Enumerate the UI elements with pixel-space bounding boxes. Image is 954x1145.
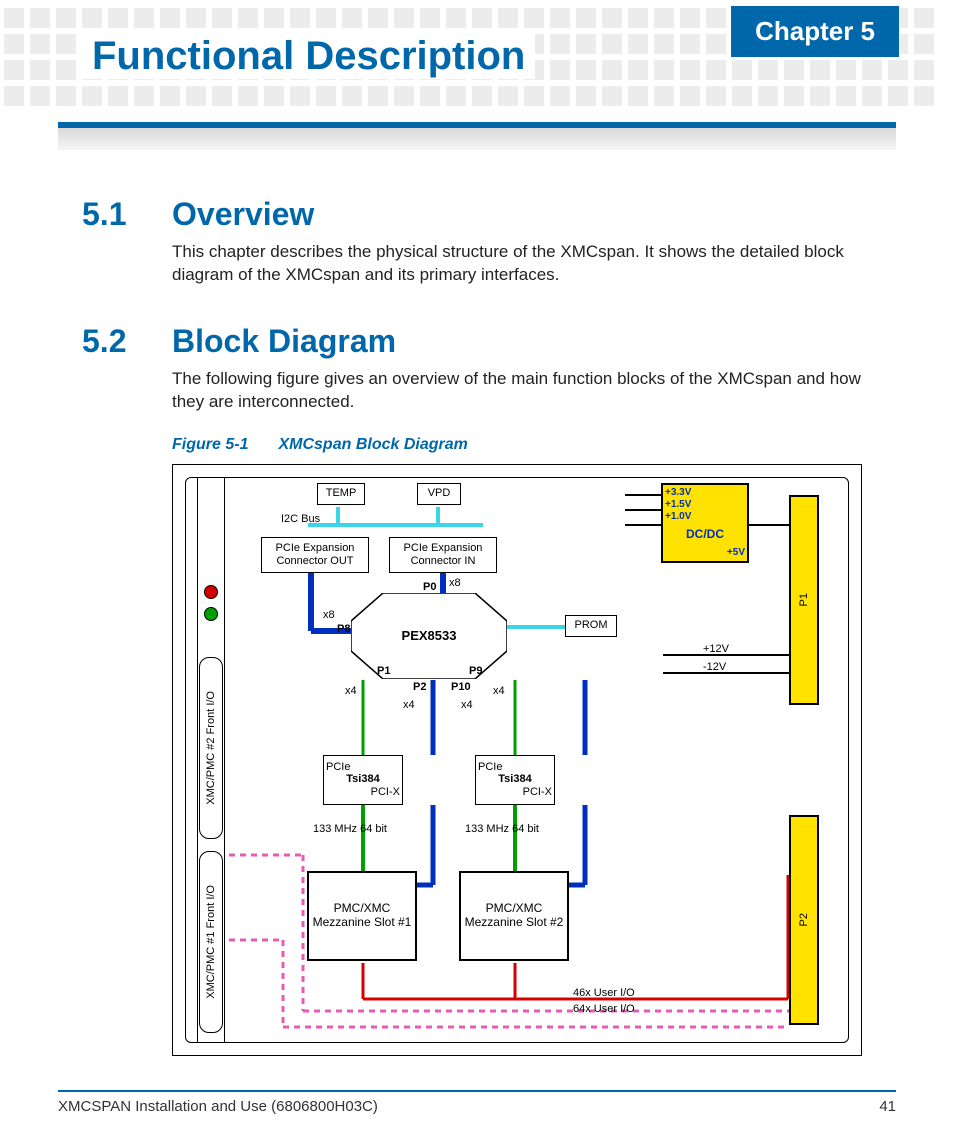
bridge-2-name: Tsi384 bbox=[498, 773, 531, 786]
footer-doc: XMCSPAN Installation and Use (6806800H03… bbox=[58, 1098, 378, 1115]
port-p2: P2 bbox=[413, 681, 426, 693]
port-p9: P9 bbox=[469, 665, 482, 677]
block-diagram: XMC/PMC #2 Front I/O XMC/PMC #1 Front I/… bbox=[172, 464, 862, 1056]
pcie-out: PCIe Expansion Connector OUT bbox=[261, 537, 369, 573]
dcdc-out-10v: +1.0V bbox=[665, 511, 691, 523]
port-p0: P0 bbox=[423, 581, 436, 593]
pcie-in: PCIe Expansion Connector IN bbox=[389, 537, 497, 573]
conn-p2-label: P2 bbox=[798, 913, 811, 926]
pex-switch: PEX8533 bbox=[351, 593, 507, 679]
bridge-2: PCIe Tsi384 PCI-X bbox=[475, 755, 555, 805]
bridge-1-name: Tsi384 bbox=[346, 773, 379, 786]
section-num-5-2: 5.2 bbox=[82, 323, 132, 360]
lane-x4a: x4 bbox=[345, 685, 357, 697]
footer-page: 41 bbox=[879, 1098, 896, 1115]
lane-x8b: x8 bbox=[323, 609, 335, 621]
dcdc-out-33v: +3.3V bbox=[665, 487, 691, 499]
i2c-label: I2C Bus bbox=[281, 513, 320, 525]
figure-label: Figure 5-1 bbox=[172, 436, 248, 454]
conn-p1-label: P1 bbox=[798, 593, 811, 606]
header-band bbox=[58, 128, 896, 150]
dcdc-name: DC/DC bbox=[686, 528, 724, 542]
bridge-2-pcie: PCIe bbox=[478, 761, 502, 774]
dcdc-block: +3.3V +1.5V +1.0V DC/DC +5V bbox=[661, 483, 749, 563]
pex-switch-label: PEX8533 bbox=[351, 593, 507, 679]
section-num-5-1: 5.1 bbox=[82, 196, 132, 233]
conn-p2: P2 bbox=[789, 815, 819, 1025]
bus-1: 133 MHz 64 bit bbox=[313, 823, 387, 835]
section-title-overview: Overview bbox=[172, 196, 314, 233]
vpd-block: VPD bbox=[417, 483, 461, 505]
lane-x4c: x4 bbox=[493, 685, 505, 697]
rail-n12v: -12V bbox=[703, 661, 726, 673]
chapter-title: Functional Description bbox=[82, 34, 535, 79]
slot-1: PMC/XMC Mezzanine Slot #1 bbox=[307, 871, 417, 961]
chapter-tab: Chapter 5 bbox=[731, 6, 899, 57]
conn-p1: P1 bbox=[789, 495, 819, 705]
lane-x4b: x4 bbox=[403, 699, 415, 711]
bridge-2-pcix: PCI-X bbox=[523, 786, 552, 799]
bus-2: 133 MHz 64 bit bbox=[465, 823, 539, 835]
dcdc-in-5v: +5V bbox=[727, 547, 745, 559]
bridge-1: PCIe Tsi384 PCI-X bbox=[323, 755, 403, 805]
section-body-overview: This chapter describes the physical stru… bbox=[172, 241, 884, 287]
bridge-1-pcix: PCI-X bbox=[371, 786, 400, 799]
figure-caption: XMCspan Block Diagram bbox=[278, 436, 467, 454]
rail-p12v: +12V bbox=[703, 643, 729, 655]
prom-block: PROM bbox=[565, 615, 617, 637]
user-io-46x: 46x User I/O bbox=[573, 987, 635, 999]
temp-block: TEMP bbox=[317, 483, 365, 505]
port-p8: P8 bbox=[337, 623, 350, 635]
user-io-64x: 64x User I/O bbox=[573, 1003, 635, 1015]
port-p10: P10 bbox=[451, 681, 471, 693]
slot-2: PMC/XMC Mezzanine Slot #2 bbox=[459, 871, 569, 961]
dcdc-out-15v: +1.5V bbox=[665, 499, 691, 511]
port-p1: P1 bbox=[377, 665, 390, 677]
lane-x4d: x4 bbox=[461, 699, 473, 711]
section-body-block: The following figure gives an overview o… bbox=[172, 368, 884, 414]
header-rule bbox=[58, 122, 896, 128]
section-title-block: Block Diagram bbox=[172, 323, 396, 360]
lane-x8a: x8 bbox=[449, 577, 461, 589]
bridge-1-pcie: PCIe bbox=[326, 761, 350, 774]
